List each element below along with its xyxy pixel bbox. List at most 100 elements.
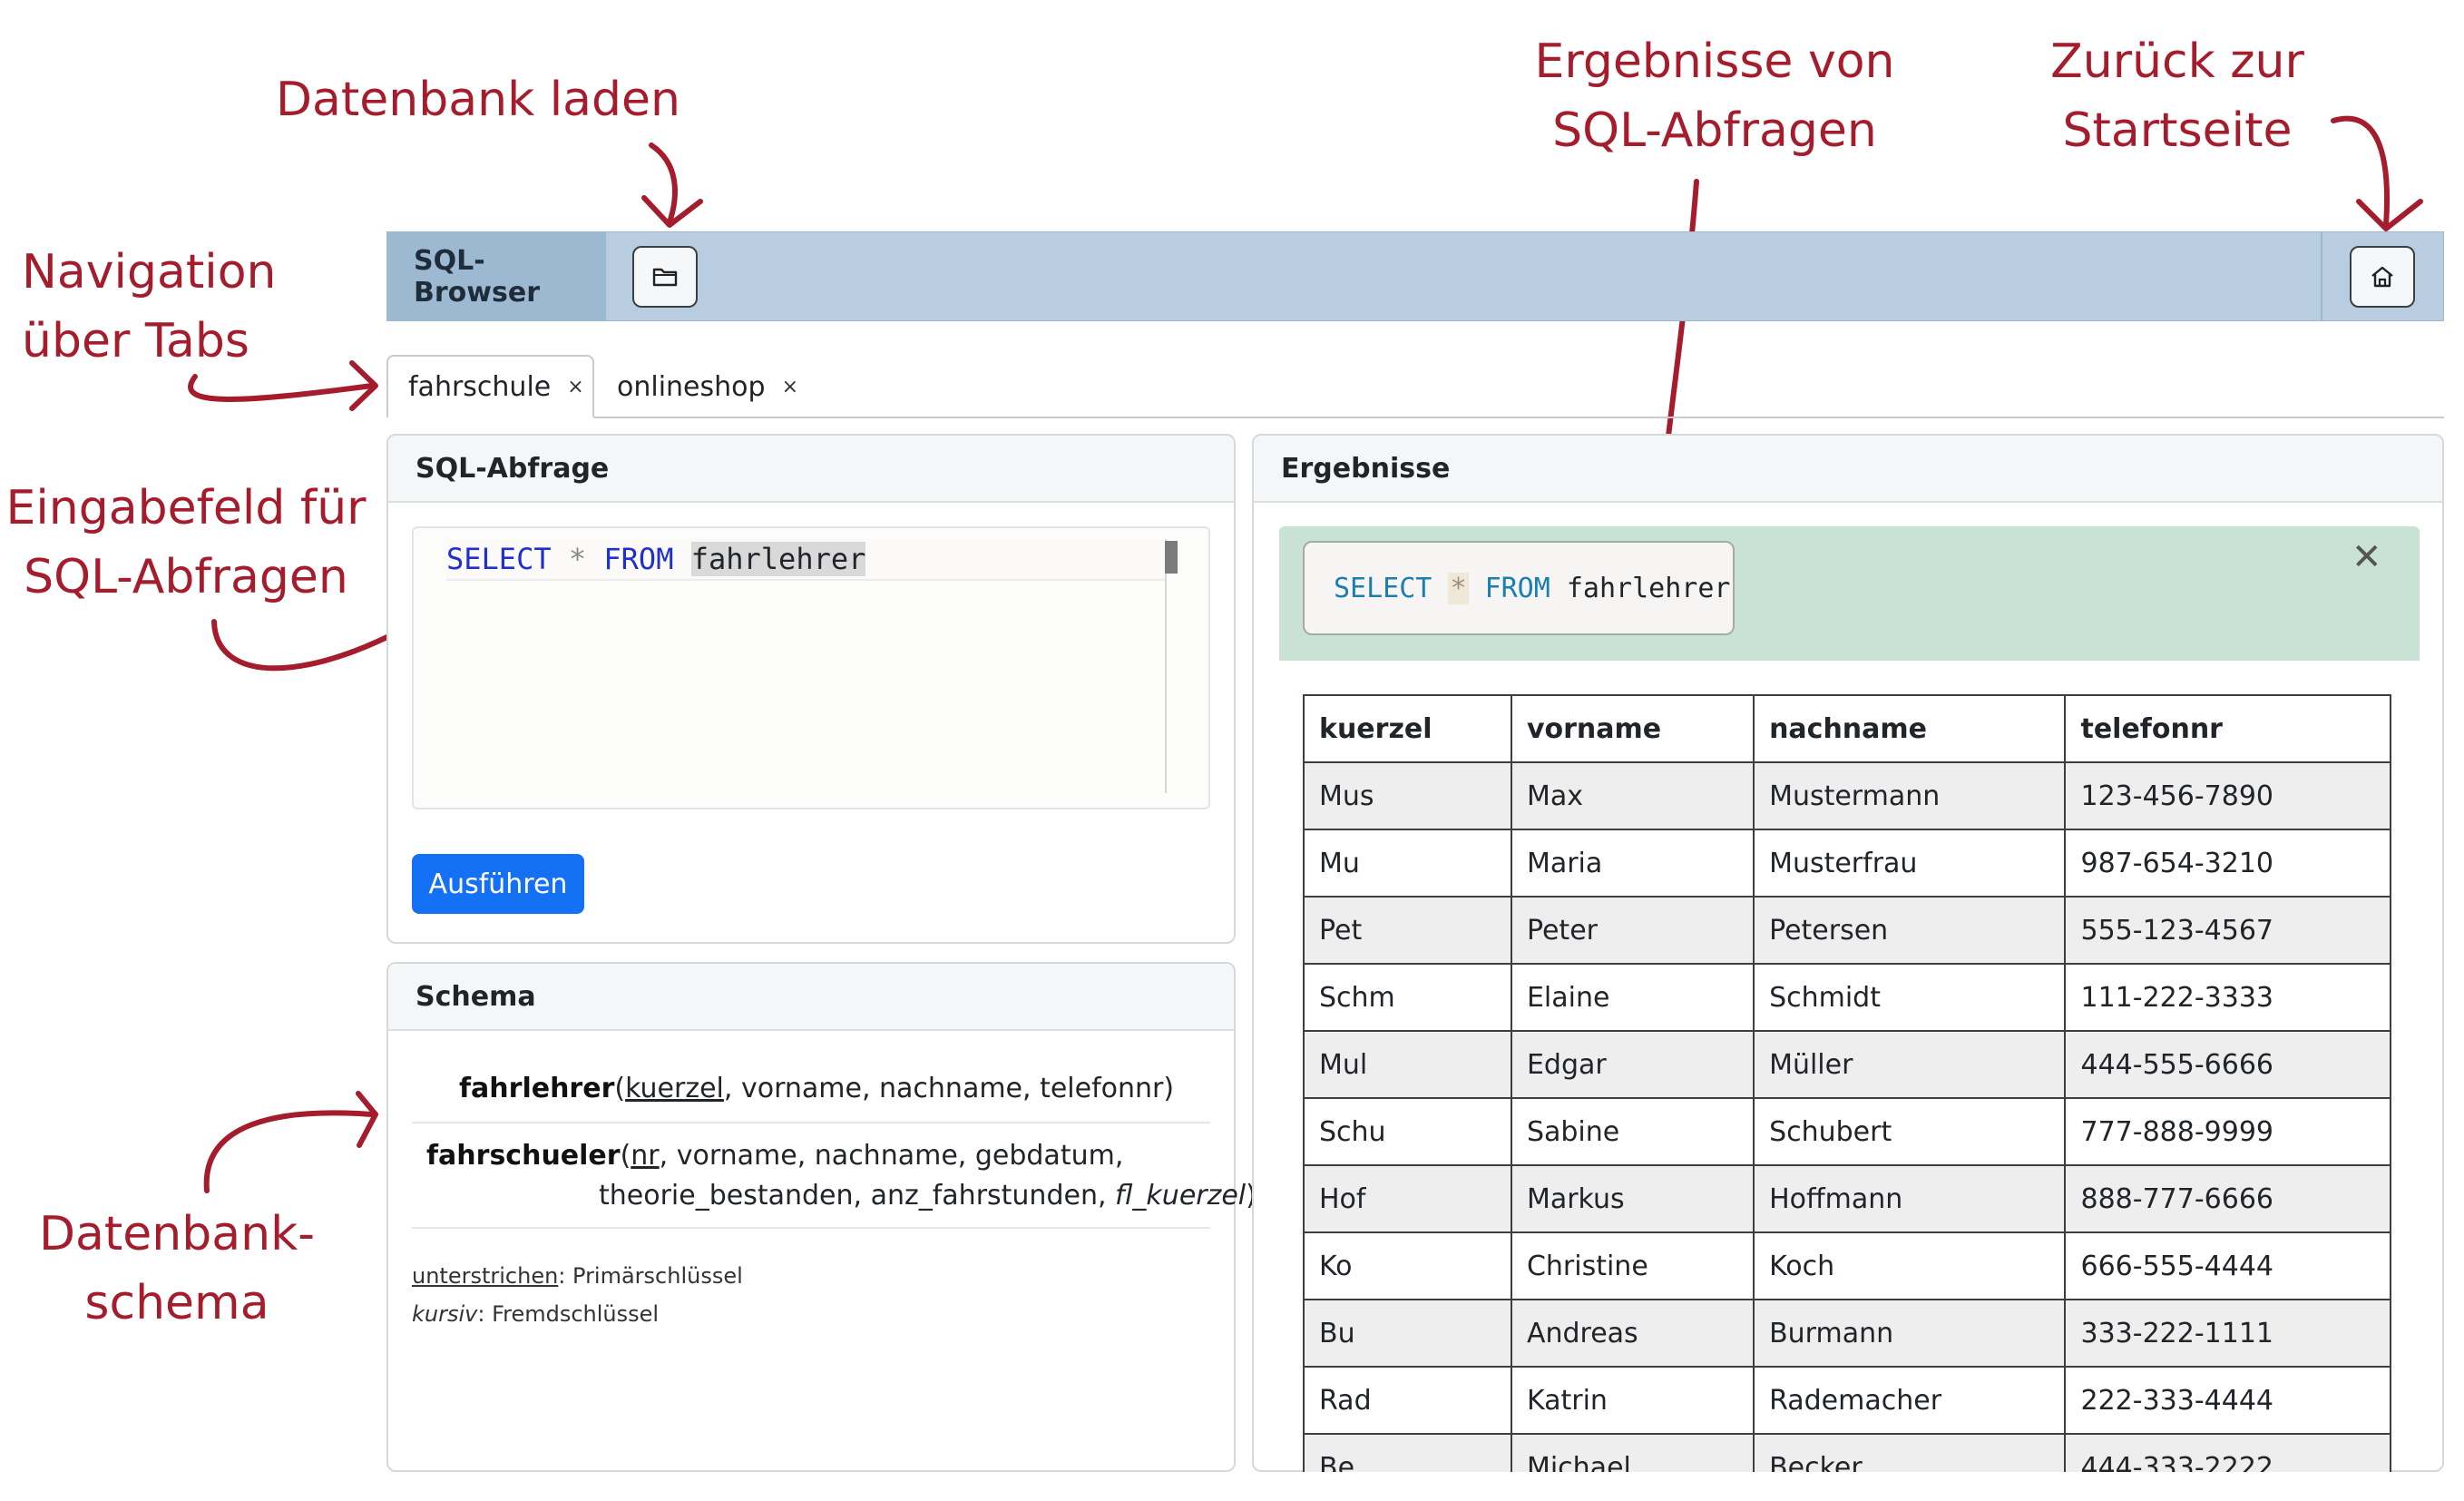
arrow-schema-head bbox=[356, 1091, 378, 1148]
code-keyword: FROM bbox=[603, 542, 674, 576]
editor-scrollbar-thumb[interactable] bbox=[1165, 541, 1178, 574]
table-cell: Petersen bbox=[1753, 896, 2067, 965]
table-row: Schm Elaine Schmidt 111-222-3333 bbox=[1303, 963, 2391, 1032]
table-cell: Elaine bbox=[1510, 963, 1755, 1032]
home-button[interactable] bbox=[2350, 246, 2415, 308]
column-header: nachname bbox=[1753, 694, 2067, 763]
table-cell: Andreas bbox=[1510, 1299, 1755, 1368]
annotation-results-line1: Ergebnisse von bbox=[1534, 34, 1895, 89]
table-row: Mu Maria Musterfrau 987-654-3210 bbox=[1303, 829, 2391, 898]
tab-close-icon[interactable]: × bbox=[567, 376, 583, 398]
navbar-divider bbox=[2321, 232, 2322, 320]
legend-primary-key: unterstrichen: Primärschlüssel bbox=[412, 1257, 743, 1295]
annotation-schema-line1: Datenbank- bbox=[39, 1207, 315, 1261]
schema-foreign-key: fl_kuerzel bbox=[1115, 1180, 1247, 1212]
table-cell: Schm bbox=[1303, 963, 1512, 1032]
annotation-results-line2: SQL-Abfragen bbox=[1552, 103, 1877, 158]
app-brand[interactable]: SQL-Browser bbox=[386, 231, 606, 321]
schema-columns: , vorname, nachname, gebdatum, bbox=[659, 1140, 1124, 1172]
arrow-home bbox=[2331, 115, 2390, 228]
table-cell: Hoffmann bbox=[1753, 1164, 2067, 1233]
table-cell: Mus bbox=[1303, 761, 1512, 830]
arrow-load-db-head bbox=[641, 195, 703, 228]
schema-table-name: fahrschueler bbox=[426, 1140, 621, 1172]
annotation-home-line2: Startseite bbox=[2062, 103, 2293, 158]
column-header: telefonnr bbox=[2064, 694, 2391, 763]
table-row: Rad Katrin Rademacher 222-333-4444 bbox=[1303, 1366, 2391, 1435]
run-query-button[interactable]: Ausführen bbox=[412, 854, 584, 914]
schema-legend: unterstrichen: Primärschlüssel kursiv: F… bbox=[412, 1257, 743, 1333]
schema-primary-key: nr bbox=[631, 1140, 660, 1172]
code-identifier: fahrlehrer bbox=[1566, 572, 1731, 604]
arrow-load-db bbox=[649, 142, 678, 225]
schema-paren: ( bbox=[620, 1140, 631, 1172]
table-cell: Rad bbox=[1303, 1366, 1512, 1435]
schema-table-fahrschueler-cont: theorie_bestanden, anz_fahrstunden, fl_k… bbox=[599, 1176, 1256, 1216]
table-cell: Katrin bbox=[1510, 1366, 1755, 1435]
panel-title: SQL-Abfrage bbox=[388, 436, 1234, 503]
sql-editor[interactable]: SELECT * FROM fahrlehrer bbox=[412, 526, 1210, 809]
table-cell: 555-123-4567 bbox=[2064, 896, 2391, 965]
schema-table-fahrlehrer: fahrlehrer(kuerzel, vorname, nachname, t… bbox=[459, 1069, 1174, 1109]
code-keyword: SELECT bbox=[446, 542, 552, 576]
tab-label: onlineshop bbox=[617, 370, 766, 403]
table-cell: Hof bbox=[1303, 1164, 1512, 1233]
table-cell: 777-888-9999 bbox=[2064, 1097, 2391, 1166]
table-cell: Mul bbox=[1303, 1030, 1512, 1099]
results-table-scroll[interactable]: kuerzel vorname nachname telefonnr Mus Max Mu… bbox=[1303, 694, 2395, 1472]
table-cell: 666-555-4444 bbox=[2064, 1231, 2391, 1300]
table-cell: Bu bbox=[1303, 1299, 1512, 1368]
table-cell: 333-222-1111 bbox=[2064, 1299, 2391, 1368]
code-star: * bbox=[1448, 572, 1469, 604]
table-cell: Peter bbox=[1510, 896, 1755, 965]
folder-icon bbox=[652, 268, 678, 287]
column-header: kuerzel bbox=[1303, 694, 1512, 763]
annotation-input: Eingabefeld für SQL-Abfragen bbox=[0, 474, 372, 612]
schema-separator bbox=[412, 1227, 1210, 1229]
table-cell: Be bbox=[1303, 1433, 1512, 1472]
table-cell: Max bbox=[1510, 761, 1755, 830]
close-result-icon[interactable]: ✕ bbox=[2352, 539, 2382, 575]
legend-pk-desc: : Primärschlüssel bbox=[558, 1263, 743, 1289]
table-cell: Rademacher bbox=[1753, 1366, 2067, 1435]
annotation-load-db: Datenbank laden bbox=[276, 73, 680, 127]
annotation-tabs-line1: Navigation bbox=[22, 245, 277, 299]
editor-line[interactable]: SELECT * FROM fahrlehrer bbox=[446, 539, 1165, 581]
annotation-input-line2: SQL-Abfragen bbox=[24, 550, 348, 604]
home-icon bbox=[2371, 266, 2393, 288]
tab-fahrschule[interactable]: fahrschule × bbox=[386, 355, 594, 418]
table-row: Mul Edgar Müller 444-555-6666 bbox=[1303, 1030, 2391, 1099]
schema-primary-key: kuerzel bbox=[625, 1073, 724, 1104]
table-cell: Musterfrau bbox=[1753, 829, 2067, 898]
tab-label: fahrschule bbox=[408, 370, 552, 403]
schema-table-name: fahrlehrer bbox=[459, 1073, 615, 1104]
tab-close-icon[interactable]: × bbox=[782, 376, 798, 398]
table-row: Be Michael Becker 444-333-2222 bbox=[1303, 1433, 2391, 1472]
table-cell: Michael bbox=[1510, 1433, 1755, 1472]
arrow-home-head bbox=[2356, 199, 2423, 231]
panel-title: Ergebnisse bbox=[1254, 436, 2442, 503]
table-row: Hof Markus Hoffmann 888-777-6666 bbox=[1303, 1164, 2391, 1233]
results-header-row: kuerzel vorname nachname telefonnr bbox=[1303, 694, 2391, 763]
table-cell: 111-222-3333 bbox=[2064, 963, 2391, 1032]
table-cell: Markus bbox=[1510, 1164, 1755, 1233]
code-identifier: fahrlehrer bbox=[690, 542, 866, 576]
tab-onlineshop[interactable]: onlineshop × bbox=[599, 355, 807, 418]
results-table: kuerzel vorname nachname telefonnr Mus Max Mu… bbox=[1303, 694, 2391, 1472]
open-database-button[interactable] bbox=[632, 246, 698, 308]
schema-columns: , vorname, nachname, telefonnr) bbox=[723, 1073, 1175, 1104]
schema-separator bbox=[412, 1122, 1210, 1123]
table-cell: Mustermann bbox=[1753, 761, 2067, 830]
annotation-tabs-line2: über Tabs bbox=[22, 314, 249, 368]
annotation-schema: Datenbank- schema bbox=[27, 1200, 327, 1338]
editor-scrollbar-track[interactable] bbox=[1165, 539, 1167, 793]
table-row: Bu Andreas Burmann 333-222-1111 bbox=[1303, 1299, 2391, 1368]
column-header: vorname bbox=[1510, 694, 1755, 763]
table-cell: Becker bbox=[1753, 1433, 2067, 1472]
schema-panel: Schema bbox=[386, 962, 1236, 1472]
annotation-home-line1: Zurück zur bbox=[2050, 34, 2304, 89]
table-cell: 222-333-4444 bbox=[2064, 1366, 2391, 1435]
annotation-tabs: Navigation über Tabs bbox=[22, 238, 276, 376]
panel-title: Schema bbox=[388, 964, 1234, 1031]
code-keyword: SELECT bbox=[1334, 572, 1432, 604]
